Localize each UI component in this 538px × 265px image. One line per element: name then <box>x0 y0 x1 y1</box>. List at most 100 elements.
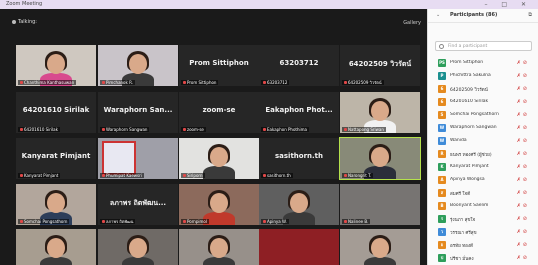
participant-row[interactable]: R ธนพร ทองศรี (ผู้ช่วย) ✗⊘ <box>428 147 538 160</box>
tile-name-label: Nattapong Sriwan <box>342 127 386 132</box>
video-tile[interactable]: Apinya W. <box>259 184 339 225</box>
tile-name-label: Phumipat Kaewsri <box>100 173 144 178</box>
participant-name: Waraphorn Sangwan <box>450 125 497 130</box>
gallery-view-button[interactable]: Gallery <box>403 19 421 27</box>
video-tile[interactable]: zoom-se zoom-se <box>179 92 259 133</box>
video-tile[interactable]: Pornpimol <box>179 184 259 225</box>
video-tile[interactable]: sasithorn.th sasithorn.th <box>259 138 339 179</box>
participant-name: อรทัย ทองดี <box>450 244 473 249</box>
participant-name: 64201610 Sirilak <box>450 99 489 104</box>
tile-name-label: Siriporn <box>181 173 205 178</box>
video-tile[interactable]: Phumipat Kaewsri <box>98 138 178 179</box>
muted-mic-camera-icon[interactable]: ✗⊘ <box>517 99 529 105</box>
muted-mic-icon <box>102 174 105 177</box>
participant-row[interactable]: ป ปรีชา มั่นคง ✗⊘ <box>428 251 538 264</box>
muted-mic-camera-icon[interactable]: ✗⊘ <box>517 73 529 79</box>
participant-row[interactable]: ส สมศรี ใจดี ✗⊘ <box>428 186 538 199</box>
video-tile[interactable]: Waraphorn San... Waraphorn Sangwan <box>98 92 178 133</box>
video-tile[interactable]: 64202509 วิวรัตน์ 64202509 วิวรัตน์ <box>340 45 420 86</box>
video-tile[interactable] <box>98 229 178 265</box>
participant-row[interactable]: W Wanida ✗⊘ <box>428 134 538 147</box>
muted-mic-camera-icon[interactable]: ✗⊘ <box>517 164 529 170</box>
person-face <box>371 101 389 121</box>
video-tile[interactable] <box>259 229 339 265</box>
tile-display-name: sasithorn.th <box>274 152 324 160</box>
panel-header: ⌄ Participants (86) ⧉ <box>428 9 538 23</box>
avatar: อ <box>438 241 446 249</box>
tile-label-text: sasithorn.th <box>267 173 291 178</box>
video-tile[interactable]: ลภาพร ถิตพัฒน... ลภาพร ถิตพัฒน <box>98 184 178 225</box>
video-tile[interactable]: Pimchanok R. <box>98 45 178 86</box>
video-tile[interactable]: Narongrit T. <box>339 137 421 180</box>
video-tile[interactable] <box>340 229 420 265</box>
muted-mic-icon <box>263 174 266 177</box>
muted-mic-camera-icon[interactable]: ✗⊘ <box>517 151 529 157</box>
tile-label-text: Siriporn <box>187 173 203 178</box>
person-face <box>129 238 147 258</box>
participant-row[interactable]: ร รุ่งนภา สุขใจ ✗⊘ <box>428 212 538 225</box>
person-body <box>203 257 235 265</box>
avatar: K <box>438 163 446 171</box>
muted-mic-camera-icon[interactable]: ✗⊘ <box>517 125 529 131</box>
video-tile[interactable]: Nalinee B. <box>340 184 420 225</box>
participant-row[interactable]: K Kanyarat Pimjant ✗⊘ <box>428 160 538 173</box>
participant-row[interactable]: W Waraphorn Sangwan ✗⊘ <box>428 121 538 134</box>
video-tile[interactable]: 64201610 Sirilak 64201610 Sirilak <box>16 92 96 133</box>
muted-mic-camera-icon[interactable]: ✗⊘ <box>517 112 529 118</box>
participant-row[interactable]: A Apinya Wongsa ✗⊘ <box>428 173 538 186</box>
video-tile[interactable]: Prom Sittiphon Prom Sittiphon <box>179 45 259 86</box>
avatar: P <box>438 72 446 80</box>
tile-label-text: ลภาพร ถิตพัฒน <box>106 219 134 224</box>
participant-name: Kanyarat Pimjant <box>450 164 489 169</box>
meeting-topbar: Talking: Gallery <box>0 9 427 35</box>
participant-row[interactable]: S Somchai Pongsathorn ✗⊘ <box>428 108 538 121</box>
participant-row[interactable]: อ อรทัย ทองดี ✗⊘ <box>428 238 538 251</box>
window-controls[interactable]: – □ ✕ <box>484 0 532 9</box>
muted-mic-icon <box>20 128 23 131</box>
participant-row[interactable]: ว วรรณา ศรีสุข ✗⊘ <box>428 225 538 238</box>
video-tile[interactable]: Eakaphon Phot... Eakaphon Phothima <box>259 92 339 133</box>
tile-display-name: ลภาพร ถิตพัฒน... <box>109 199 167 207</box>
muted-mic-icon <box>344 128 347 131</box>
popout-icon[interactable]: ⧉ <box>528 12 532 18</box>
muted-mic-camera-icon[interactable]: ✗⊘ <box>517 229 529 235</box>
participant-row[interactable]: P Phichittra Sakulna ✗⊘ <box>428 69 538 82</box>
tile-display-name: 64201610 Sirilak <box>22 106 90 114</box>
tile-name-label: Pornpimol <box>181 219 209 224</box>
muted-mic-camera-icon[interactable]: ✗⊘ <box>517 203 529 209</box>
tile-name-label: Nalinee B. <box>342 219 371 224</box>
tile-display-name: Kanyarat Pimjant <box>21 152 91 160</box>
video-tile[interactable]: Kanyarat Pimjant Kanyarat Pimjant <box>16 138 96 179</box>
video-tile[interactable] <box>16 229 96 265</box>
tile-name-label: ลภาพร ถิตพัฒน <box>100 219 136 224</box>
video-tile[interactable]: Siriporn <box>179 138 259 179</box>
participant-name: Apinya Wongsa <box>450 177 485 182</box>
muted-mic-camera-icon[interactable]: ✗⊘ <box>517 138 529 144</box>
muted-mic-camera-icon[interactable]: ✗⊘ <box>517 60 529 66</box>
muted-mic-icon <box>263 81 266 84</box>
participant-row[interactable]: 6 64201610 Sirilak ✗⊘ <box>428 95 538 108</box>
video-tile[interactable] <box>179 229 259 265</box>
participant-row[interactable]: B Boonyarit Saelim ✗⊘ <box>428 199 538 212</box>
video-tile[interactable]: Chanthima Kanthasuwan <box>16 45 96 86</box>
video-tile[interactable]: Nattapong Sriwan <box>340 92 420 133</box>
tile-label-text: Nattapong Sriwan <box>348 127 384 132</box>
muted-mic-camera-icon[interactable]: ✗⊘ <box>517 242 529 248</box>
video-tile[interactable]: Somchai Pongsathorn <box>16 184 96 225</box>
video-tile[interactable]: 63203712 63203712 <box>259 45 339 86</box>
chevron-down-icon[interactable]: ⌄ <box>436 12 440 18</box>
muted-mic-camera-icon[interactable]: ✗⊘ <box>517 255 529 261</box>
person-face <box>47 238 65 258</box>
participant-row[interactable]: 6 64202509 วิวรัตน์ ✗⊘ <box>428 82 538 95</box>
tile-label-text: Pimchanok R. <box>106 80 133 85</box>
participant-search-input[interactable]: Find a participant <box>435 41 532 51</box>
tile-name-label: Chanthima Kanthasuwan <box>18 80 77 85</box>
participant-row[interactable]: PS Prom Sittiphon ✗⊘ <box>428 56 538 69</box>
muted-mic-camera-icon[interactable]: ✗⊘ <box>517 216 529 222</box>
person-face <box>47 54 65 74</box>
muted-mic-camera-icon[interactable]: ✗⊘ <box>517 86 529 92</box>
search-icon <box>439 44 444 49</box>
muted-mic-camera-icon[interactable]: ✗⊘ <box>517 190 529 196</box>
poster-image <box>102 141 136 175</box>
muted-mic-camera-icon[interactable]: ✗⊘ <box>517 177 529 183</box>
